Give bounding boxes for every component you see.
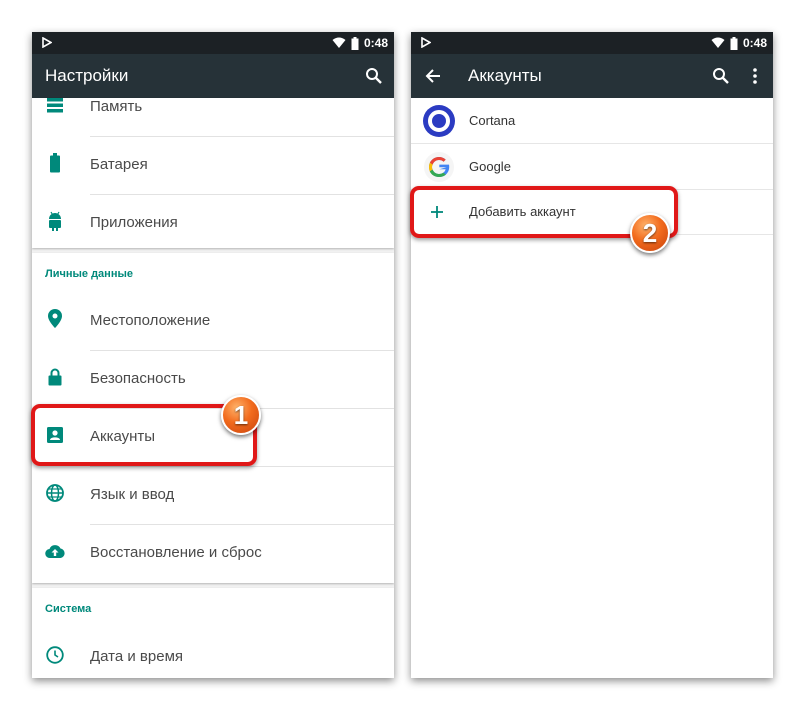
google-icon: [423, 151, 455, 183]
status-bar: 0:48: [411, 32, 773, 54]
settings-screen: 0:48 Настройки Память Батарея Приложения…: [32, 32, 394, 678]
location-icon: [45, 309, 65, 329]
settings-item-apps[interactable]: Приложения: [32, 194, 394, 252]
settings-item-location[interactable]: Местоположение: [32, 292, 394, 350]
settings-item-datetime[interactable]: Дата и время: [32, 628, 394, 678]
status-time: 0:48: [742, 36, 767, 50]
section-title-personal: Личные данные: [45, 268, 133, 280]
clock-icon: [45, 645, 65, 665]
settings-item-label: Память: [90, 98, 143, 115]
play-icon: [421, 37, 431, 48]
system-card: Система Дата и время: [32, 588, 394, 678]
storage-icon: [45, 95, 65, 115]
device-card: Память Батарея Приложения: [32, 98, 394, 248]
settings-item-storage[interactable]: Память: [32, 78, 394, 136]
cortana-icon: [423, 105, 455, 137]
account-item-cortana[interactable]: Cortana: [411, 98, 773, 144]
status-time: 0:48: [363, 36, 388, 50]
back-arrow-icon[interactable]: [421, 64, 445, 88]
cloud-upload-icon: [45, 541, 65, 561]
wifi-icon: [711, 37, 725, 48]
status-bar: 0:48: [32, 32, 394, 54]
app-bar: Аккаунты: [411, 54, 773, 98]
settings-item-label: Восстановление и сброс: [90, 544, 262, 561]
tutorial-canvas: 0:48 Настройки Память Батарея Приложения…: [0, 0, 805, 710]
accounts-screen: 0:48 Аккаунты Cortana Google Добавить ак…: [411, 32, 773, 678]
wifi-icon: [332, 37, 346, 48]
settings-item-label: Безопасность: [90, 370, 186, 387]
page-title: Аккаунты: [468, 66, 542, 85]
more-vert-icon[interactable]: [743, 64, 767, 88]
settings-item-language[interactable]: Язык и ввод: [32, 466, 394, 524]
search-icon[interactable]: [709, 64, 733, 88]
battery-icon: [351, 36, 359, 50]
lock-icon: [45, 367, 65, 387]
settings-item-security[interactable]: Безопасность: [32, 350, 394, 408]
battery-icon: [730, 36, 738, 50]
step-badge-1: 1: [221, 395, 261, 435]
settings-item-label: Язык и ввод: [90, 486, 175, 503]
settings-item-battery[interactable]: Батарея: [32, 136, 394, 194]
step-badge-2: 2: [630, 213, 670, 253]
account-label: Google: [469, 159, 511, 174]
account-item-google[interactable]: Google: [411, 144, 773, 190]
settings-item-label: Приложения: [90, 214, 178, 231]
settings-item-label: Местоположение: [90, 312, 211, 329]
battery-icon: [45, 153, 65, 173]
globe-icon: [45, 483, 65, 503]
play-icon: [42, 37, 52, 48]
settings-item-backup[interactable]: Восстановление и сброс: [32, 524, 394, 582]
section-title-system: Система: [45, 603, 92, 615]
settings-item-label: Батарея: [90, 156, 148, 173]
settings-item-label: Дата и время: [90, 648, 184, 665]
android-icon: [45, 211, 65, 231]
account-label: Cortana: [469, 113, 516, 128]
